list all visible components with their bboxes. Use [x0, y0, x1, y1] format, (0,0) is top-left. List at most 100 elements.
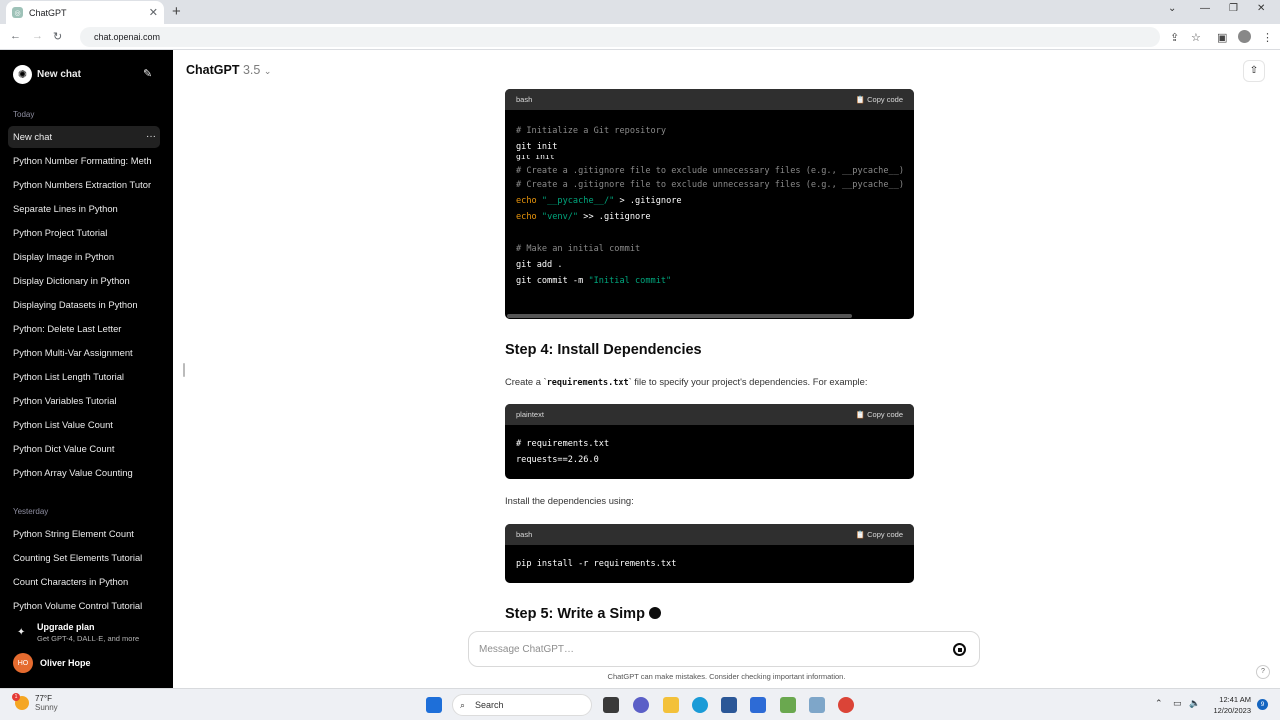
chat-item[interactable]: Python List Length Tutorial: [8, 366, 160, 388]
code-line: git init: [516, 142, 558, 152]
taskbar-search[interactable]: ⌕ Search: [452, 694, 592, 716]
forward-arrow-icon[interactable]: →: [32, 30, 43, 42]
model-selector[interactable]: ChatGPT 3.5 ⌄: [186, 63, 271, 77]
upgrade-title: Upgrade plan: [37, 622, 95, 632]
avatar: HO: [13, 653, 33, 673]
user-profile-button[interactable]: HO Oliver Hope: [13, 653, 91, 673]
code-content: pip install -r requirements.txt: [505, 545, 914, 572]
code-line: # Create a .gitignore file to exclude un…: [516, 180, 905, 190]
chevron-up-icon[interactable]: ⌃: [1155, 698, 1163, 709]
browser-tab[interactable]: ◎ ChatGPT ✕: [6, 1, 164, 24]
minimize-window-button[interactable]: —: [1200, 3, 1210, 14]
chat-item[interactable]: Python String Element Count: [8, 523, 160, 545]
code-block-bash: bash 📋 Copy code pip install -r requirem…: [505, 524, 914, 583]
photos-icon[interactable]: [809, 697, 825, 713]
share-icon[interactable]: ⇧: [1243, 60, 1265, 82]
chat-item[interactable]: Python Multi-Var Assignment: [8, 342, 160, 364]
notification-badge[interactable]: 9: [1257, 699, 1268, 710]
new-chat-edit-icon[interactable]: ✎: [143, 67, 152, 80]
new-tab-button[interactable]: +: [172, 3, 181, 20]
close-window-button[interactable]: ✕: [1257, 3, 1265, 14]
chat-item[interactable]: Python Project Tutorial: [8, 222, 160, 244]
section-title-today: Today: [13, 110, 35, 119]
chat-item[interactable]: Counting Set Elements Tutorial: [8, 547, 160, 569]
address-bar-row: ← → ↻ chat.openai.com ⇪ ☆ ▣ ⋮: [0, 24, 1280, 50]
weather-temp: 77°F: [35, 694, 52, 703]
tab-search-icon[interactable]: ⌄: [1168, 3, 1176, 14]
message-input[interactable]: [479, 640, 919, 658]
new-chat-header[interactable]: ✺ New chat: [13, 65, 81, 84]
vscode-icon[interactable]: [750, 697, 766, 713]
help-icon[interactable]: ?: [1256, 665, 1270, 679]
stop-generating-button[interactable]: [953, 643, 966, 656]
bookmark-star-icon[interactable]: ☆: [1191, 31, 1201, 44]
copy-code-button[interactable]: 📋 Copy code: [856, 530, 903, 539]
browser-tab-bar: ◎ ChatGPT ✕ + ⌄ — ❐ ✕: [0, 0, 1280, 24]
chat-item[interactable]: Python Number Formatting: Meth: [8, 150, 160, 172]
sidebar-resize-handle[interactable]: [183, 363, 185, 377]
weather-desc: Sunny: [35, 703, 58, 712]
task-view-icon[interactable]: [603, 697, 619, 713]
copy-code-button[interactable]: 📋 Copy code: [856, 410, 903, 419]
url-field[interactable]: chat.openai.com: [80, 27, 1160, 47]
notepad-icon[interactable]: [780, 697, 796, 713]
clock[interactable]: 12:41 AM 12/20/2023: [1207, 694, 1251, 716]
horizontal-scrollbar[interactable]: [507, 314, 852, 318]
chat-item-active[interactable]: New chat ···: [8, 126, 160, 148]
chat-item[interactable]: Display Dictionary in Python: [8, 270, 160, 292]
code-block-bash: bash 📋 Copy code # Initialize a Git repo…: [505, 89, 914, 319]
reload-icon[interactable]: ↻: [53, 30, 62, 43]
copy-code-label: Copy code: [867, 530, 903, 539]
chrome-browser-icon[interactable]: [838, 697, 854, 713]
chat-item[interactable]: Python Variables Tutorial: [8, 390, 160, 412]
paragraph-requirements: Create a `requirements.txt` file to spec…: [505, 376, 867, 388]
side-panel-icon[interactable]: ▣: [1217, 31, 1227, 44]
chat-main: ChatGPT 3.5 ⌄ ⇧ bash 📋 Copy code # Initi…: [173, 50, 1280, 688]
code-line: # Create a .gitignore file to exclude un…: [516, 166, 905, 176]
code-line: echo "venv/" >> .gitignore: [516, 212, 651, 222]
start-windows-icon[interactable]: [426, 697, 442, 713]
chat-item[interactable]: Display Image in Python: [8, 246, 160, 268]
paragraph-install: Install the dependencies using:: [505, 495, 634, 506]
profile-avatar-icon[interactable]: [1238, 30, 1251, 43]
copy-code-button[interactable]: 📋 Copy code: [856, 95, 903, 104]
step-5-heading: Step 5: Write a Simp: [505, 606, 661, 622]
volume-icon[interactable]: 🔈: [1189, 698, 1200, 709]
store-icon[interactable]: [721, 697, 737, 713]
file-explorer-icon[interactable]: [663, 697, 679, 713]
weather-widget[interactable]: 1 77°F Sunny: [12, 693, 58, 712]
code-line: # Make an initial commit: [516, 244, 641, 254]
edge-browser-icon[interactable]: [692, 697, 708, 713]
network-icon[interactable]: ▭: [1173, 698, 1182, 709]
code-block-header: plaintext 📋 Copy code: [505, 404, 914, 425]
sparkle-icon: ✦: [17, 627, 26, 638]
close-tab-icon[interactable]: ✕: [149, 6, 158, 19]
chat-item[interactable]: Displaying Datasets in Python: [8, 294, 160, 316]
code-language: bash: [516, 530, 533, 539]
chat-item[interactable]: Python Volume Control Tutorial: [8, 595, 160, 617]
disclaimer-text: ChatGPT can make mistakes. Consider chec…: [607, 672, 846, 681]
chat-item[interactable]: Python Array Value Counting: [8, 462, 160, 484]
chat-item[interactable]: Count Characters in Python: [8, 571, 160, 593]
chat-item[interactable]: Python: Delete Last Letter: [8, 318, 160, 340]
taskbar: 1 77°F Sunny ⌕ Search ⌃ ▭ 🔈 12:41 AM 12/…: [0, 688, 1280, 720]
more-options-icon[interactable]: ···: [146, 126, 156, 148]
code-line: pip install -r requirements.txt: [516, 559, 677, 569]
chat-item[interactable]: Python Numbers Extraction Tutor: [8, 174, 160, 196]
upgrade-plan-button[interactable]: ✦ Upgrade plan Get GPT-4, DALL·E, and mo…: [13, 621, 163, 645]
chat-app-icon[interactable]: [633, 697, 649, 713]
browser-menu-icon[interactable]: ⋮: [1262, 31, 1273, 44]
copy-code-label: Copy code: [867, 410, 903, 419]
maximize-window-button[interactable]: ❐: [1229, 3, 1238, 14]
chat-item[interactable]: Python Dict Value Count: [8, 438, 160, 460]
chat-item[interactable]: Separate Lines in Python: [8, 198, 160, 220]
url-text: chat.openai.com: [94, 32, 161, 42]
back-arrow-icon[interactable]: ←: [10, 30, 21, 42]
chat-item[interactable]: Python List Value Count: [8, 414, 160, 436]
install-app-icon[interactable]: ⇪: [1170, 31, 1179, 44]
model-name: ChatGPT: [186, 63, 240, 77]
search-icon: ⌕: [460, 700, 466, 710]
section-title-yesterday: Yesterday: [13, 507, 49, 516]
weather-sun-icon: 1: [12, 693, 29, 710]
